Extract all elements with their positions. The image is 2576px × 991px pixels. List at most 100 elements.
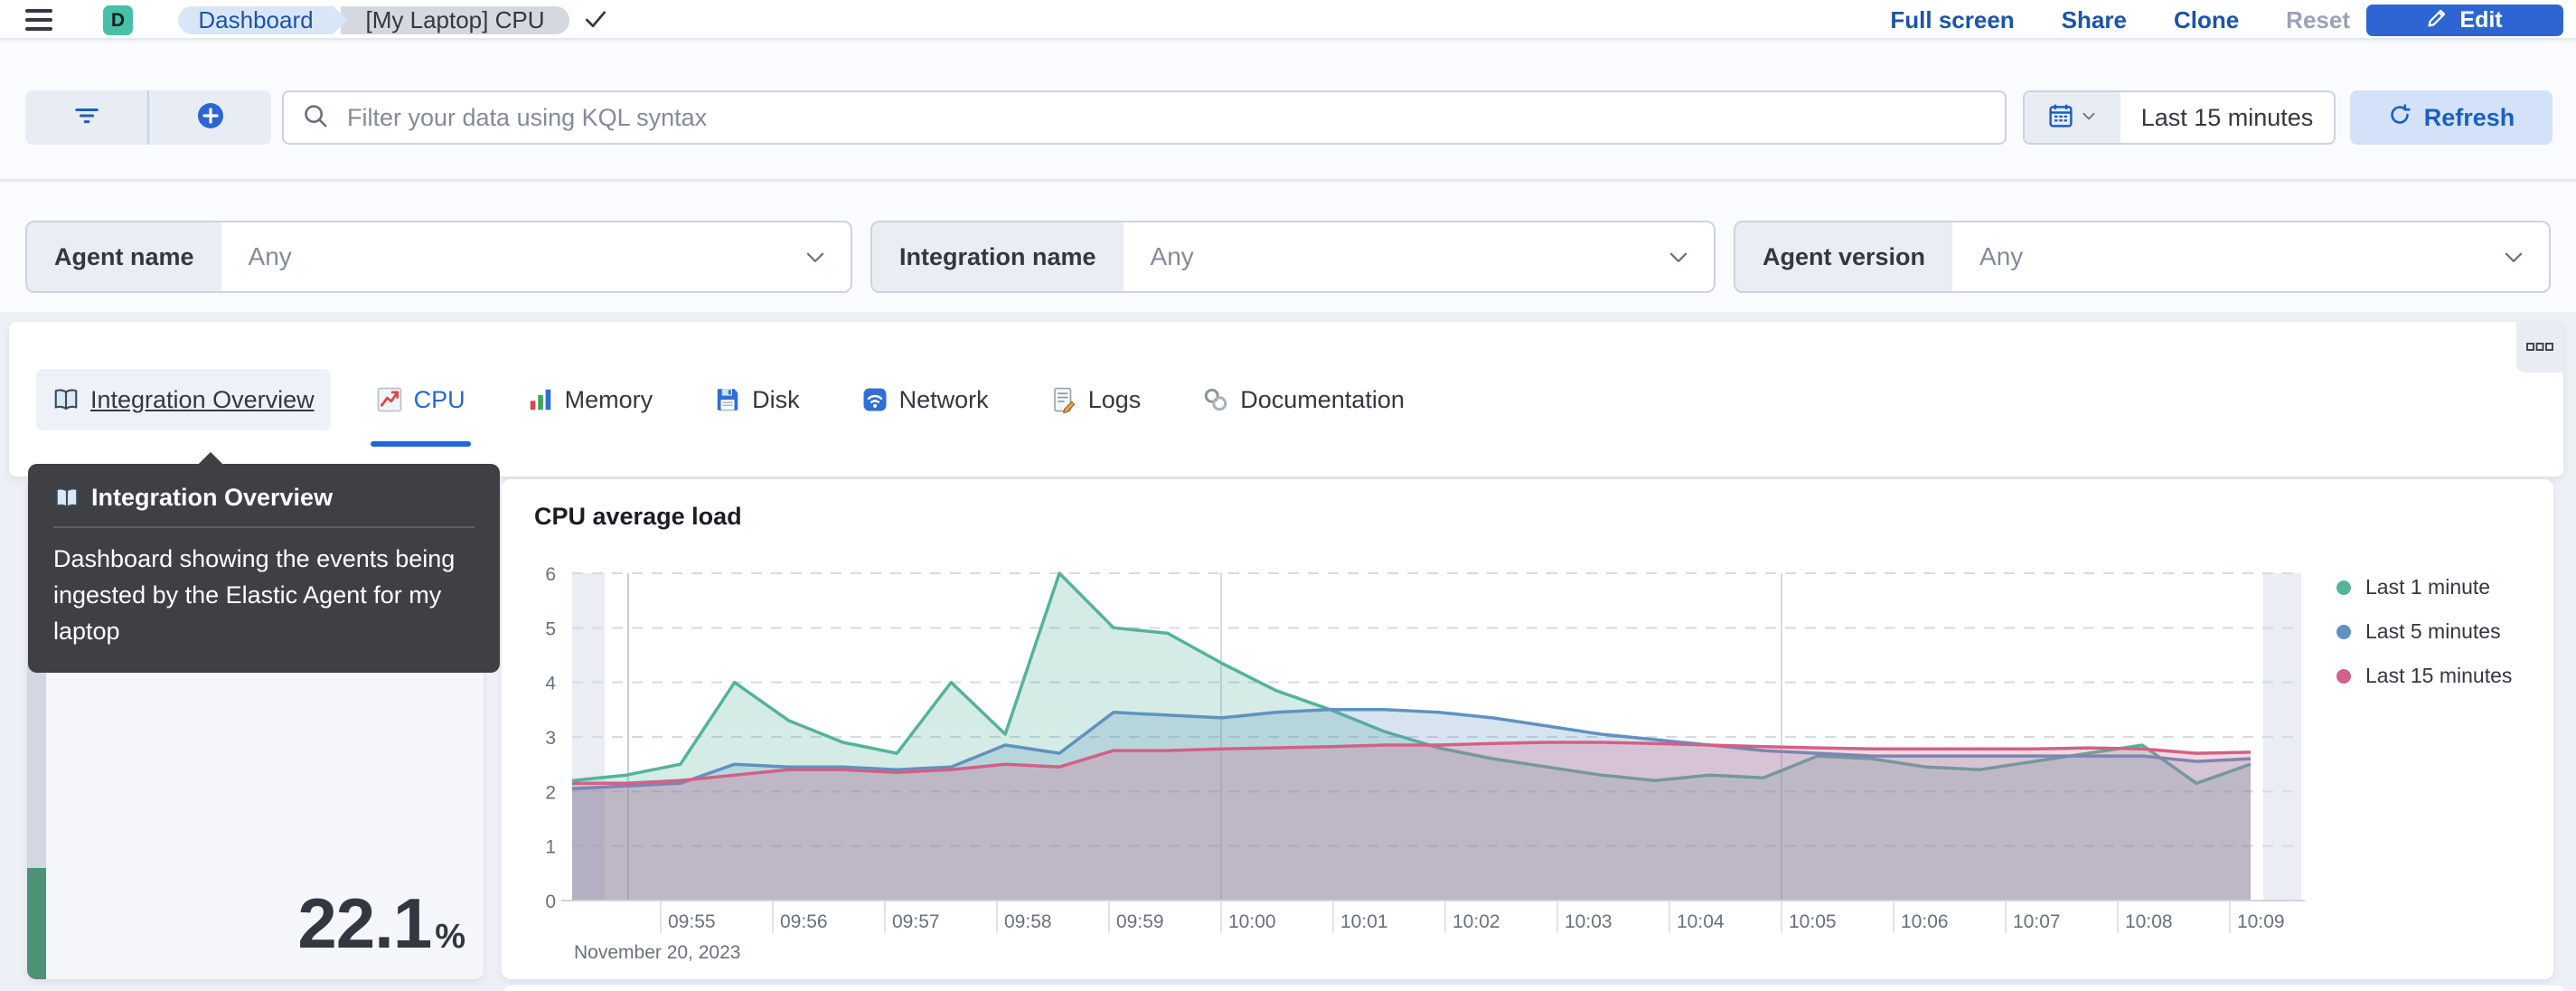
kql-query-input[interactable] (347, 103, 1987, 132)
svg-text:10:00: 10:00 (1228, 911, 1276, 932)
svg-text:5: 5 (545, 618, 556, 639)
dashboard-link-disk[interactable]: Disk (698, 369, 816, 430)
link-icon (1202, 386, 1229, 413)
svg-text:3: 3 (545, 728, 556, 749)
svg-text:10:04: 10:04 (1677, 911, 1725, 932)
tab-label: CPU (413, 385, 465, 413)
panel-options-button[interactable] (2516, 322, 2563, 373)
filter-button-group (25, 90, 271, 145)
menu-icon[interactable] (25, 9, 52, 31)
svg-text:November 20, 2023: November 20, 2023 (574, 942, 740, 963)
svg-text:10:07: 10:07 (2013, 911, 2061, 932)
tab-label: Disk (752, 385, 800, 413)
breadcrumb-dashboard[interactable]: Dashboard (178, 6, 334, 34)
refresh-button[interactable]: Refresh (2350, 90, 2552, 145)
kql-search-bar (282, 90, 2007, 145)
legend-item-last-5-minutes[interactable]: Last 5 minutes (2336, 619, 2512, 644)
header-bar: D Dashboard [My Laptop] CPU Full screen S… (0, 0, 2576, 40)
edit-button-label: Edit (2459, 7, 2503, 33)
bar-chart-icon (527, 386, 554, 413)
tab-label: Memory (564, 385, 653, 413)
header-actions: Full screen Share Clone Reset (1890, 0, 2350, 40)
breadcrumb-separator (334, 6, 348, 33)
dashboard-link-logs[interactable]: Logs (1034, 369, 1158, 430)
tab-label: Documentation (1240, 385, 1405, 413)
control-value[interactable]: Any (1123, 222, 1667, 291)
query-toolbar: Last 15 minutes Refresh (0, 42, 2576, 181)
svg-text:10:02: 10:02 (1453, 911, 1500, 932)
svg-text:10:05: 10:05 (1789, 911, 1837, 932)
memo-icon (1050, 386, 1077, 413)
quick-select-menu[interactable] (2025, 92, 2120, 143)
filter-icon (73, 102, 100, 134)
filters-menu-button[interactable] (25, 90, 147, 145)
svg-text:09:59: 09:59 (1116, 911, 1164, 932)
svg-text:09:56: 09:56 (780, 911, 828, 932)
header-action-full-screen[interactable]: Full screen (1890, 6, 2014, 34)
legend-item-last-15-minutes[interactable]: Last 15 minutes (2336, 664, 2512, 688)
control-label: Agent version (1735, 222, 1953, 291)
time-range-value[interactable]: Last 15 minutes (2120, 92, 2334, 143)
control-integration-name[interactable]: Integration name Any (870, 221, 1716, 293)
header-action-clone[interactable]: Clone (2174, 6, 2239, 34)
dashboard-controls-row: Agent name Any Integration name Any Agent ve… (0, 183, 2576, 312)
chart-title: CPU average load (534, 503, 742, 530)
svg-text:09:55: 09:55 (668, 911, 716, 932)
dashboard-link-integration-overview[interactable]: Integration Overview (36, 369, 331, 430)
pencil-icon (2427, 6, 2449, 34)
edit-button[interactable]: Edit (2366, 5, 2563, 36)
header-action-share[interactable]: Share (2062, 6, 2127, 34)
svg-text:4: 4 (545, 674, 556, 694)
chevron-down-icon (1667, 222, 1714, 291)
dashboard-content: Integration Overview CPU Memory Disk Network… (0, 312, 2576, 991)
legend-item-last-1-minute[interactable]: Last 1 minute (2336, 575, 2512, 599)
refresh-button-label: Refresh (2423, 103, 2515, 131)
space-avatar[interactable]: D (103, 5, 133, 35)
date-range-picker[interactable]: Last 15 minutes (2023, 90, 2336, 145)
tooltip-title: Integration Overview (91, 484, 334, 511)
tab-label: Logs (1087, 385, 1142, 413)
control-label: Agent name (27, 222, 221, 291)
dashboard-links: Integration Overview CPU Memory Disk Network… (36, 369, 1421, 447)
dashboard-link-memory[interactable]: Memory (511, 369, 670, 430)
control-agent-name[interactable]: Agent name Any (25, 221, 852, 293)
legend-label: Last 15 minutes (2365, 664, 2513, 687)
svg-text:10:01: 10:01 (1340, 911, 1388, 932)
calendar-icon (2048, 103, 2073, 133)
svg-text:2: 2 (545, 782, 556, 803)
dashboard-link-documentation[interactable]: Documentation (1186, 369, 1421, 430)
legend-label: Last 5 minutes (2365, 619, 2501, 643)
svg-text:10:09: 10:09 (2237, 911, 2285, 932)
svg-text:10:03: 10:03 (1565, 911, 1612, 932)
chevron-down-icon (804, 222, 851, 291)
svg-text:09:57: 09:57 (892, 911, 940, 932)
dashboard-link-cpu[interactable]: CPU (360, 369, 482, 447)
tooltip-divider (53, 526, 475, 528)
cpu-average-load-panel[interactable]: 0 1 2 3 4 5 6 09:55 09:56 09:57 09:58 09:59 10:00 10:… (502, 479, 2553, 979)
legend-label: Last 1 minute (2365, 575, 2491, 599)
control-agent-version[interactable]: Agent version Any (1734, 221, 2551, 293)
control-value[interactable]: Any (221, 222, 804, 291)
metric-progress-fill (27, 868, 46, 979)
integration-overview-tooltip: Integration Overview Dashboard showing t… (28, 464, 500, 673)
refresh-icon (2388, 103, 2411, 133)
add-filter-button[interactable] (147, 90, 271, 145)
plus-circle-icon (196, 101, 225, 135)
legend-dot (2336, 580, 2351, 595)
breadcrumb-current-dashboard: [My Laptop] CPU (341, 6, 569, 34)
legend-dot (2336, 668, 2351, 684)
chart-legend: Last 1 minute Last 5 minutes Last 15 minut… (2336, 575, 2512, 688)
header-action-reset: Reset (2286, 5, 2350, 33)
metric-unit: % (435, 918, 465, 956)
panel-options-icon (2526, 343, 2553, 351)
tooltip-body: Dashboard showing the events being inges… (53, 545, 456, 645)
legend-dot (2336, 624, 2351, 639)
chart-increasing-icon (376, 386, 403, 413)
control-value[interactable]: Any (1952, 222, 2502, 291)
search-icon (302, 102, 329, 134)
dashboard-link-network[interactable]: Network (845, 369, 1005, 430)
floppy-disk-icon (714, 386, 741, 413)
check-icon[interactable] (584, 9, 607, 35)
next-panel-edge (504, 986, 2563, 991)
chevron-down-icon (2502, 222, 2549, 291)
